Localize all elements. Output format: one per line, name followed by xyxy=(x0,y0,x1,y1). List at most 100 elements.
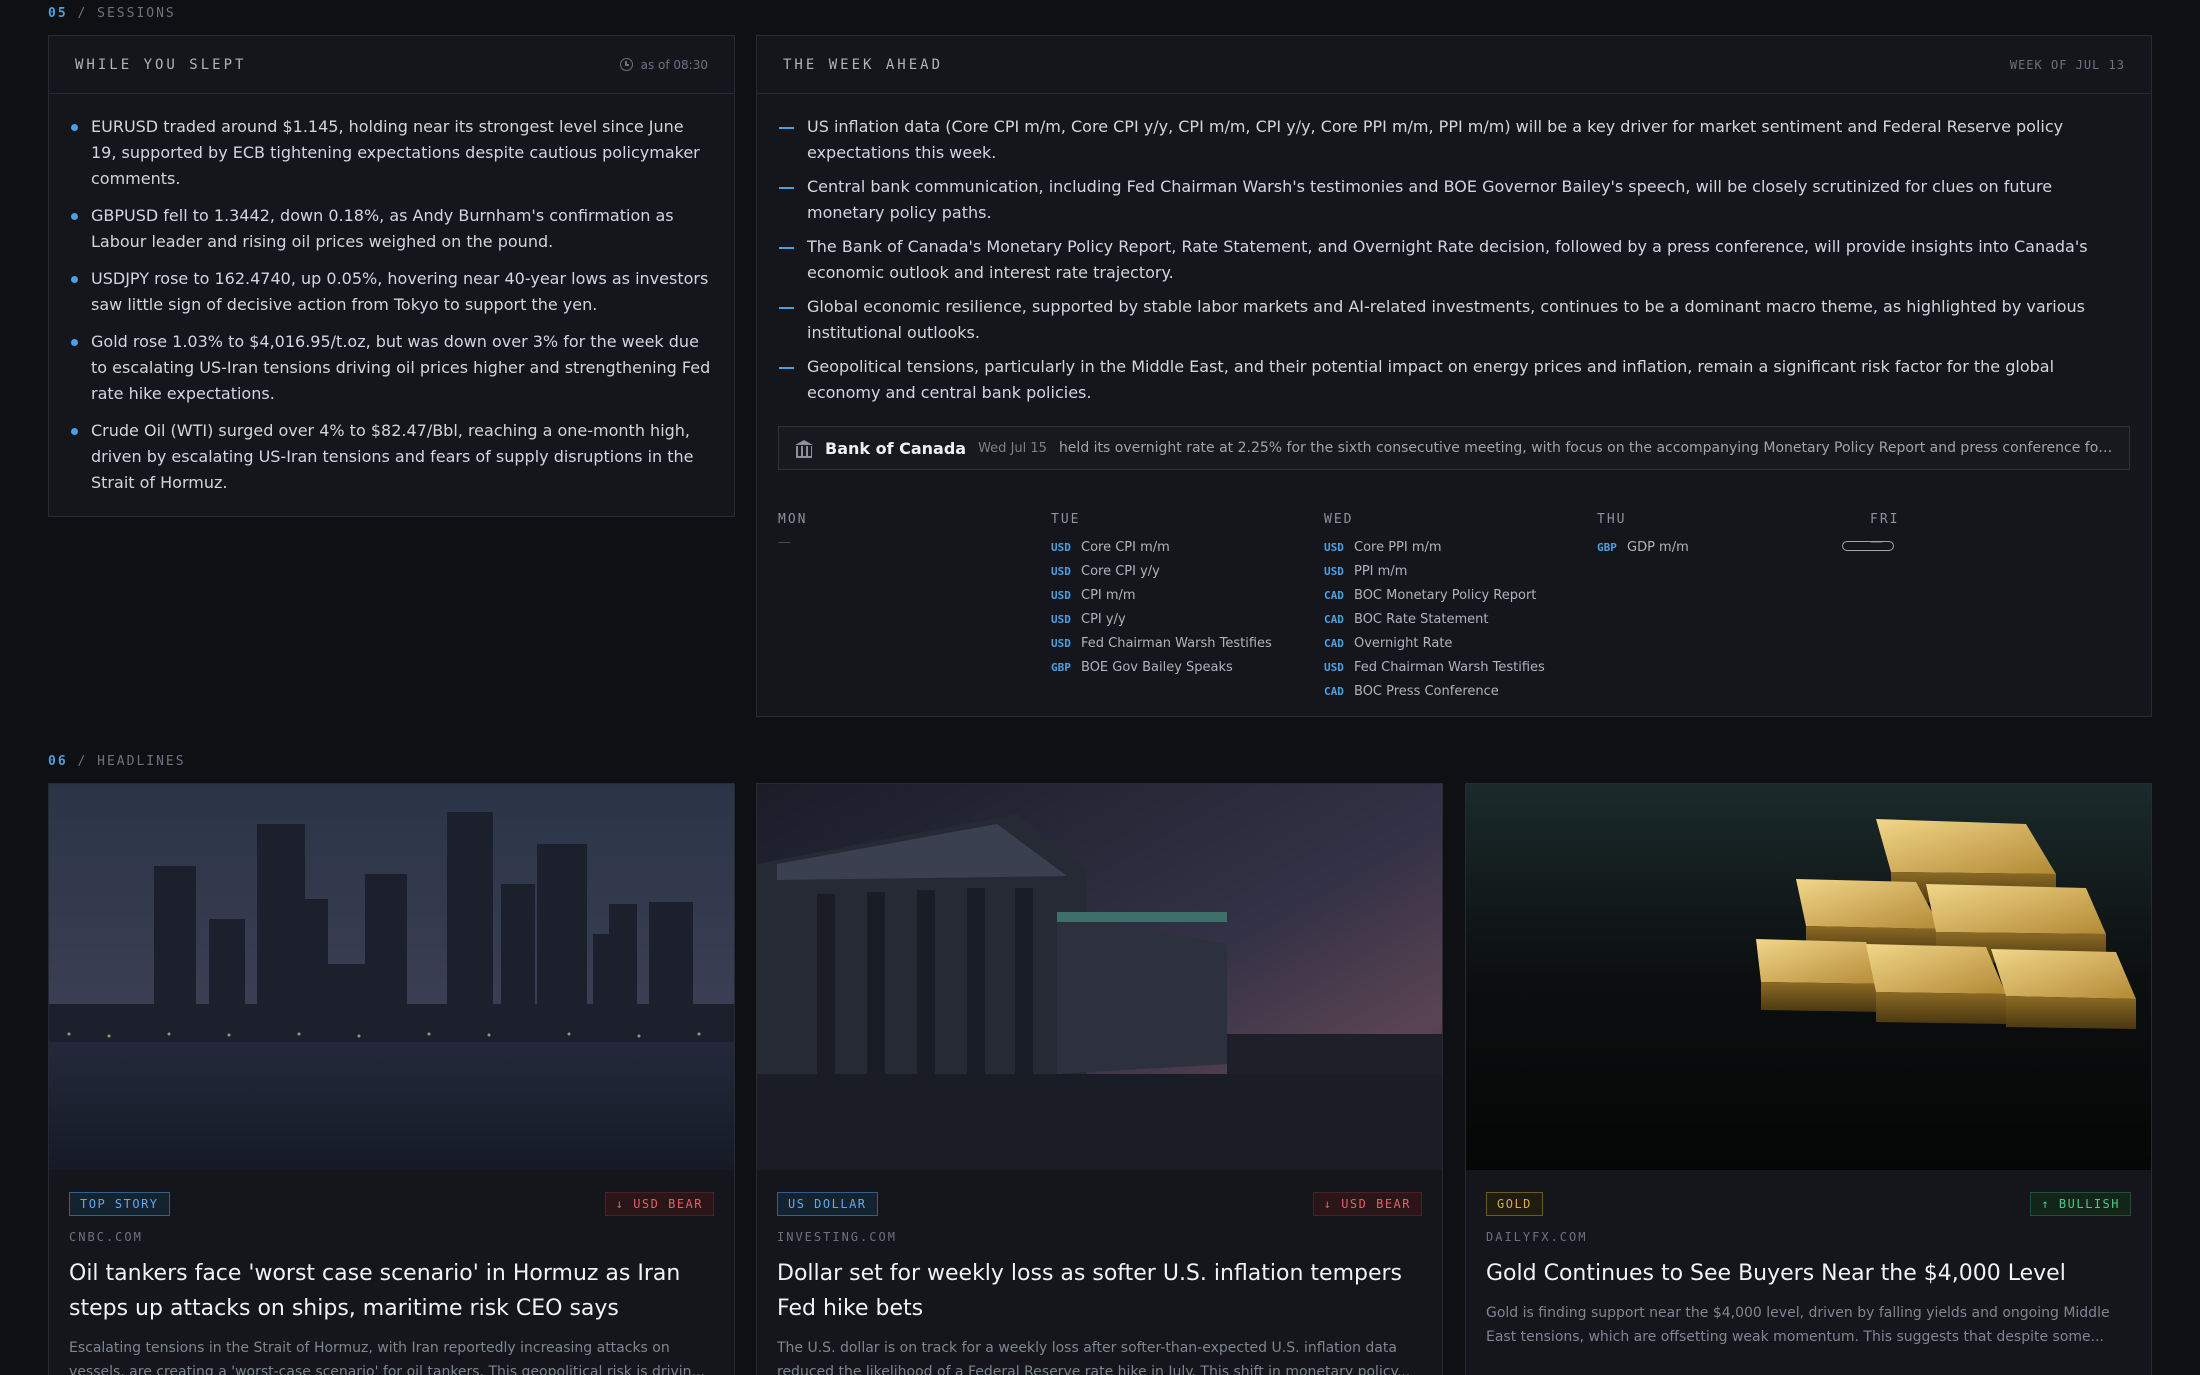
news-summary: Gold is finding support near the $4,000 … xyxy=(1486,1305,2110,1345)
category-tag: US DOLLAR xyxy=(777,1192,878,1216)
news-card[interactable]: TOP STORY ↓ USD BEAR CNBC.COM Oil tanker… xyxy=(48,783,735,1375)
news-headline[interactable]: Dollar set for weekly loss as softer U.S… xyxy=(777,1256,1422,1326)
clock-icon xyxy=(619,58,633,71)
news-source: DAILYFX.COM xyxy=(1486,1230,1588,1244)
sentiment-badge: ↓ USD BEAR xyxy=(1312,1192,1422,1216)
news-source: CNBC.COM xyxy=(69,1230,143,1244)
calendar-event[interactable]: CAD BOC Rate Statement xyxy=(1324,607,1597,631)
list-item: Geopolitical tensions, particularly in t… xyxy=(779,354,2129,406)
calendar-event[interactable]: USD Fed Chairman Warsh Testifies xyxy=(1324,655,1597,679)
gold-bars-illustration xyxy=(1466,784,2151,1170)
calendar-event[interactable]: USD Core PPI m/m xyxy=(1324,535,1597,559)
event-date: Wed Jul 15 xyxy=(978,440,1047,456)
list-item: EURUSD traded around $1.145, holding nea… xyxy=(71,114,712,192)
currency-code: USD xyxy=(1051,588,1071,602)
while-you-slept-header: WHILE YOU SLEPT as of 08:30 xyxy=(49,36,734,94)
week-ahead-panel: THE WEEK AHEAD WEEK OF JUL 13 US inflati… xyxy=(756,35,2152,717)
news-card[interactable]: US DOLLAR ↓ USD BEAR INVESTING.COM Dolla… xyxy=(756,783,1443,1375)
gold-bars-image xyxy=(1466,784,2151,1170)
calendar-event[interactable]: USD PPI m/m xyxy=(1324,559,1597,583)
calendar-event[interactable]: CAD Overnight Rate xyxy=(1324,631,1597,655)
calendar-event[interactable]: USD CPI m/m xyxy=(1051,583,1324,607)
currency-code: USD xyxy=(1051,564,1071,578)
sentiment-badge: ↑ BULLISH xyxy=(2030,1192,2131,1216)
bank-icon xyxy=(795,440,813,458)
day-column-tue: TUE USD Core CPI m/m USD Core CPI y/y USD C… xyxy=(1051,512,1324,703)
calendar-event[interactable]: CAD BOC Press Conference xyxy=(1324,679,1597,703)
day-column-wed: WED USD Core PPI m/m USD PPI m/m CAD BOC Mo… xyxy=(1324,512,1597,703)
central-bank-highlight[interactable]: Bank of Canada Wed Jul 15 held its overn… xyxy=(778,426,2130,470)
day-column-thu: THU GBP GDP m/m xyxy=(1597,512,1870,703)
currency-code: USD xyxy=(1051,636,1071,650)
event-label: Core CPI m/m xyxy=(1081,539,1170,555)
day-column-fri: FRI — xyxy=(1870,512,2143,703)
news-headline[interactable]: Gold Continues to See Buyers Near the $4… xyxy=(1486,1256,2131,1291)
city-skyline-image xyxy=(49,784,734,1170)
calendar-event[interactable]: GBP GDP m/m xyxy=(1597,535,1870,559)
event-label: CPI m/m xyxy=(1081,587,1136,603)
calendar-event[interactable]: USD CPI y/y xyxy=(1051,607,1324,631)
calendar-event[interactable]: USD Fed Chairman Warsh Testifies xyxy=(1051,631,1324,655)
event-label: GDP m/m xyxy=(1627,539,1689,555)
news-summary: The U.S. dollar is on track for a weekly… xyxy=(777,1340,1411,1375)
weekly-calendar: MON — TUE USD Core CPI m/m USD Core CPI y/… xyxy=(778,512,2143,703)
event-label: Core PPI m/m xyxy=(1354,539,1442,555)
list-item: Central bank communication, including Fe… xyxy=(779,174,2129,226)
panel-title: THE WEEK AHEAD xyxy=(783,56,944,73)
sentiment-badge: ↓ USD BEAR xyxy=(604,1192,714,1216)
calendar-event[interactable]: USD Core CPI m/m xyxy=(1051,535,1324,559)
event-label: BOC Monetary Policy Report xyxy=(1354,587,1537,603)
currency-code: USD xyxy=(1324,660,1344,674)
skyline-illustration xyxy=(49,784,734,1170)
calendar-event[interactable]: USD Core CPI y/y xyxy=(1051,559,1324,583)
currency-code: USD xyxy=(1051,612,1071,626)
category-tag: TOP STORY xyxy=(69,1192,170,1216)
no-events: — xyxy=(1870,535,1883,550)
week-ahead-header: THE WEEK AHEAD WEEK OF JUL 13 xyxy=(757,36,2151,94)
event-label: Fed Chairman Warsh Testifies xyxy=(1081,635,1272,651)
currency-code: CAD xyxy=(1324,636,1344,650)
list-item: Crude Oil (WTI) surged over 4% to $82.47… xyxy=(71,418,712,496)
event-label: PPI m/m xyxy=(1354,563,1408,579)
event-label: BOC Press Conference xyxy=(1354,683,1499,699)
currency-code: USD xyxy=(1051,540,1071,554)
currency-code: CAD xyxy=(1324,588,1344,602)
event-label: Fed Chairman Warsh Testifies xyxy=(1354,659,1545,675)
currency-code: USD xyxy=(1324,540,1344,554)
while-you-slept-panel: WHILE YOU SLEPT as of 08:30 EURUSD trade… xyxy=(48,35,735,517)
highlight-text: held its overnight rate at 2.25% for the… xyxy=(1058,440,2113,456)
day-column-mon: MON — xyxy=(778,512,1051,703)
event-label: BOE Gov Bailey Speaks xyxy=(1081,659,1233,675)
event-label: BOC Rate Statement xyxy=(1354,611,1489,627)
week-ahead-list: US inflation data (Core CPI m/m, Core CP… xyxy=(757,94,2151,406)
list-item: GBPUSD fell to 1.3442, down 0.18%, as An… xyxy=(71,203,712,255)
news-source: INVESTING.COM xyxy=(777,1230,897,1244)
news-summary: Escalating tensions in the Strait of Hor… xyxy=(69,1340,705,1375)
event-label: Core CPI y/y xyxy=(1081,563,1160,579)
currency-code: GBP xyxy=(1051,660,1071,674)
category-tag: GOLD xyxy=(1486,1192,1543,1216)
currency-code: CAD xyxy=(1324,684,1344,698)
sessions-section-label: 05 / SESSIONS xyxy=(48,6,176,21)
news-headline[interactable]: Oil tankers face 'worst case scenario' i… xyxy=(69,1256,714,1326)
list-item: Gold rose 1.03% to $4,016.95/t.oz, but w… xyxy=(71,329,712,407)
list-item: The Bank of Canada's Monetary Policy Rep… xyxy=(779,234,2129,286)
news-card[interactable]: GOLD ↑ BULLISH DAILYFX.COM Gold Continue… xyxy=(1465,783,2152,1375)
as-of-timestamp: as of 08:30 xyxy=(619,58,708,72)
building-illustration xyxy=(757,784,1442,1170)
calendar-event[interactable]: GBP BOE Gov Bailey Speaks xyxy=(1051,655,1324,679)
currency-code: GBP xyxy=(1597,540,1617,554)
list-item: Global economic resilience, supported by… xyxy=(779,294,2129,346)
panel-title: WHILE YOU SLEPT xyxy=(75,56,247,73)
while-you-slept-list: EURUSD traded around $1.145, holding nea… xyxy=(49,94,734,496)
week-of-label: WEEK OF JUL 13 xyxy=(2009,57,2125,72)
calendar-event[interactable]: CAD BOC Monetary Policy Report xyxy=(1324,583,1597,607)
event-label: CPI y/y xyxy=(1081,611,1126,627)
headlines-section-label: 06 / HEADLINES xyxy=(48,754,186,769)
currency-code: CAD xyxy=(1324,612,1344,626)
federal-building-image xyxy=(757,784,1442,1170)
no-events: — xyxy=(778,535,791,550)
bank-name: Bank of Canada xyxy=(825,438,967,458)
event-label: Overnight Rate xyxy=(1354,635,1453,651)
list-item: US inflation data (Core CPI m/m, Core CP… xyxy=(779,114,2129,166)
